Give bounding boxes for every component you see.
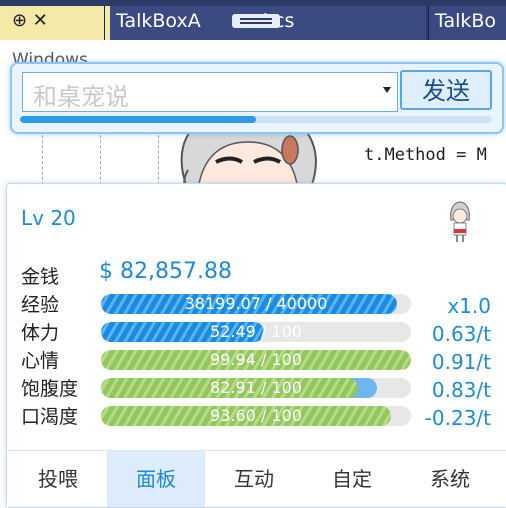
indent-guide bbox=[100, 130, 101, 190]
ide-pinned-tab[interactable]: ⊕ ✕ bbox=[0, 6, 110, 40]
status-panel: Lv 20 金钱 $ 82,857.88 经验 38199.07 / 40000… bbox=[6, 183, 506, 508]
chevron-down-icon[interactable] bbox=[383, 87, 391, 93]
stat-label: 心情 bbox=[21, 350, 60, 372]
chat-progress-bar bbox=[20, 116, 492, 123]
tab-feed[interactable]: 投喂 bbox=[9, 451, 107, 507]
chat-progress-fill bbox=[20, 116, 256, 123]
stat-label: 经验 bbox=[21, 294, 60, 316]
stat-label: 饱腹度 bbox=[21, 378, 79, 400]
stamina-bar: 52.49 / 100 bbox=[101, 322, 411, 342]
chat-input-select[interactable]: 和桌宠说 bbox=[22, 72, 398, 112]
thirst-bar: 93.60 / 100 bbox=[101, 406, 411, 426]
thirst-bar-text: 93.60 / 100 bbox=[210, 406, 302, 425]
stat-label: 体力 bbox=[21, 322, 60, 344]
exp-bar: 38199.07 / 40000 bbox=[101, 294, 411, 314]
money-value: $ 82,857.88 bbox=[99, 259, 232, 284]
money-label: 金钱 bbox=[21, 266, 60, 288]
panel-tab-bar: 投喂 面板 互动 自定 系统 bbox=[7, 450, 506, 507]
drag-handle-icon bbox=[232, 14, 280, 28]
send-button[interactable]: 发送 bbox=[400, 70, 492, 110]
ide-tab-divider bbox=[104, 6, 105, 40]
tab-system[interactable]: 系统 bbox=[401, 451, 499, 507]
chat-bar: 和桌宠说 发送 bbox=[10, 62, 504, 134]
exp-multiplier: x1.0 bbox=[447, 294, 491, 318]
satiety-bar: 82.91 / 100 bbox=[101, 378, 411, 398]
mood-rate: 0.91/t bbox=[431, 350, 491, 374]
satiety-bar-text: 82.91 / 100 bbox=[210, 378, 302, 397]
mood-bar-text: 99.94 / 100 bbox=[210, 350, 302, 369]
thirst-rate: -0.23/t bbox=[424, 406, 491, 430]
ide-tab-bar: ⊕ ✕ TalkBoxAl.cs TalkBo bbox=[0, 0, 506, 40]
pet-avatar-icon[interactable] bbox=[445, 198, 475, 246]
chat-placeholder: 和桌宠说 bbox=[33, 83, 129, 111]
mood-bar: 99.94 / 100 bbox=[101, 350, 411, 370]
indent-guide bbox=[42, 130, 43, 190]
tab-panel[interactable]: 面板 bbox=[107, 451, 205, 507]
pin-close-icons[interactable]: ⊕ ✕ bbox=[12, 10, 48, 31]
ide-tab-talkbo[interactable]: TalkBo bbox=[428, 6, 506, 40]
level-label: Lv 20 bbox=[21, 206, 76, 230]
stamina-bar-text: 52.49 / 100 bbox=[210, 322, 302, 341]
stamina-rate: 0.63/t bbox=[431, 322, 491, 346]
stat-label: 口渴度 bbox=[21, 406, 79, 428]
ide-tab-label-start: TalkBoxA bbox=[116, 10, 201, 32]
ide-tab-label-2: TalkBo bbox=[435, 10, 497, 32]
tab-custom[interactable]: 自定 bbox=[303, 451, 401, 507]
tab-interact[interactable]: 互动 bbox=[205, 451, 303, 507]
exp-bar-text: 38199.07 / 40000 bbox=[184, 294, 328, 313]
satiety-rate: 0.83/t bbox=[431, 378, 491, 402]
code-line: t.Method = M bbox=[364, 145, 487, 165]
